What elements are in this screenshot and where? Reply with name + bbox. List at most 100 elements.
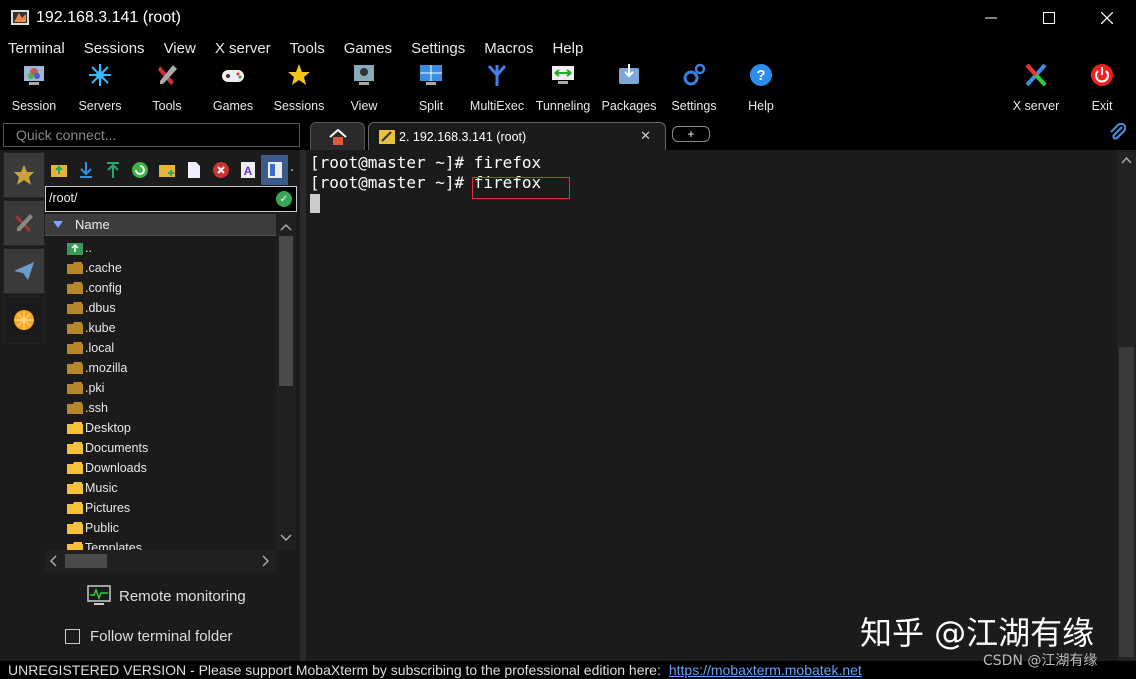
svg-text:?: ? [756, 67, 765, 84]
menu-x-server[interactable]: X server [215, 40, 282, 57]
column-header-name[interactable]: Name [45, 214, 276, 236]
file-list-item[interactable]: Downloads [45, 458, 276, 478]
folder-icon [67, 422, 83, 434]
refresh-button[interactable] [126, 158, 153, 182]
file-name: .mozilla [85, 361, 128, 375]
delete-button[interactable] [207, 158, 234, 182]
games-icon [222, 70, 244, 82]
new-file-icon [187, 162, 200, 178]
title-bar: 192.168.3.141 (root) [0, 0, 1136, 36]
sidetab-sftp[interactable] [3, 296, 45, 344]
maximize-button[interactable] [1020, 0, 1078, 36]
file-list-item[interactable]: Music [45, 478, 276, 498]
file-list-item[interactable]: .. [45, 238, 276, 258]
sidetab-sessions[interactable] [3, 152, 45, 198]
servers-icon [89, 64, 111, 86]
path-confirm-icon[interactable]: ✓ [276, 191, 292, 207]
session-button[interactable]: Session [1, 62, 67, 116]
menu-terminal[interactable]: Terminal [8, 40, 76, 57]
terminal-scrollbar[interactable] [1117, 150, 1136, 661]
file-name: .pki [85, 381, 105, 395]
view-button[interactable]: View [331, 62, 397, 116]
attachment-icon[interactable] [1108, 123, 1126, 141]
tab-session-2[interactable]: 2. 192.168.3.141 (root) ✕ [368, 122, 666, 150]
terminal-line: [root@master ~]# firefox [310, 173, 542, 192]
star-icon [288, 64, 310, 85]
menu-view[interactable]: View [164, 40, 207, 57]
file-name: .. [85, 241, 92, 255]
parent-folder-button[interactable] [45, 158, 72, 182]
file-list-item[interactable]: .pki [45, 378, 276, 398]
close-window-button[interactable] [1078, 0, 1136, 36]
file-list-item[interactable]: Templates [45, 538, 276, 550]
file-name: .ssh [85, 401, 108, 415]
folder-icon [67, 402, 83, 414]
quick-connect-input[interactable]: Quick connect... [3, 123, 300, 147]
scroll-thumb[interactable] [1119, 347, 1134, 657]
servers-button[interactable]: Servers [67, 62, 133, 116]
close-tab-icon[interactable]: ✕ [640, 128, 651, 144]
file-list-item[interactable]: .ssh [45, 398, 276, 418]
menu-help[interactable]: Help [552, 40, 594, 57]
menu-games[interactable]: Games [344, 40, 403, 57]
folder-icon [67, 502, 83, 514]
exit-button[interactable]: Exit [1069, 62, 1135, 116]
new-file-button[interactable] [180, 158, 207, 182]
settings-button[interactable]: Settings [661, 62, 727, 116]
minimize-button[interactable] [962, 0, 1020, 36]
file-list-hscroll[interactable] [45, 550, 276, 572]
path-input[interactable]: /root/ ✓ [45, 186, 297, 212]
file-list-vscroll[interactable] [276, 214, 296, 550]
side-tabs [0, 150, 45, 661]
file-list-item[interactable]: .cache [45, 258, 276, 278]
download-button[interactable] [72, 158, 99, 182]
file-list-item[interactable]: Public [45, 518, 276, 538]
multiexec-button[interactable]: MultiExec [464, 62, 530, 116]
toolbar-overflow-icon[interactable] [288, 158, 296, 182]
menu-settings[interactable]: Settings [411, 40, 476, 57]
file-list-item[interactable]: Pictures [45, 498, 276, 518]
upload-button[interactable] [99, 158, 126, 182]
file-list-item[interactable]: Documents [45, 438, 276, 458]
new-folder-icon [158, 165, 175, 177]
checkbox[interactable] [65, 628, 80, 644]
file-name: Desktop [85, 421, 131, 435]
terminal-view[interactable]: [root@master ~]# firefox [root@master ~]… [306, 150, 1117, 661]
new-tab-button[interactable]: + [672, 126, 710, 142]
rename-button[interactable]: A [234, 158, 261, 182]
games-button[interactable]: Games [200, 62, 266, 116]
file-list-item[interactable]: .mozilla [45, 358, 276, 378]
folder-icon [67, 282, 83, 294]
menu-sessions[interactable]: Sessions [84, 40, 156, 57]
new-folder-button[interactable] [153, 158, 180, 182]
terminal-cursor [310, 194, 320, 213]
home-tab[interactable] [310, 122, 365, 150]
remote-monitoring-button[interactable]: Remote monitoring [45, 572, 300, 620]
terminal-line: [root@master ~]# firefox [310, 153, 542, 172]
follow-terminal-folder-checkbox[interactable]: Follow terminal folder [45, 620, 300, 652]
x-server-button[interactable]: X server [1003, 62, 1069, 116]
file-list-item[interactable]: .kube [45, 318, 276, 338]
sessions-button[interactable]: Sessions [266, 62, 332, 116]
file-list-item[interactable]: .config [45, 278, 276, 298]
svg-text:A: A [243, 164, 252, 178]
file-list-item[interactable]: .local [45, 338, 276, 358]
file-list-item[interactable]: .dbus [45, 298, 276, 318]
menu-tools[interactable]: Tools [290, 40, 336, 57]
sidetab-tools[interactable] [3, 200, 45, 246]
window-title: 192.168.3.141 (root) [36, 9, 181, 26]
menu-macros[interactable]: Macros [484, 40, 544, 57]
file-list-item[interactable]: Desktop [45, 418, 276, 438]
tunneling-button[interactable]: Tunneling [530, 62, 596, 116]
folder-icon [67, 522, 83, 534]
sftp-browser: A /root/ ✓ Name .. .cache .config .dbus .kub… [45, 150, 300, 661]
help-button[interactable]: ? Help [728, 62, 794, 116]
split-button[interactable]: Split [398, 62, 464, 116]
file-name: Pictures [85, 501, 131, 515]
parent-dir-icon [67, 243, 83, 255]
sidetab-macros[interactable] [3, 248, 45, 294]
tools-button[interactable]: Tools [134, 62, 200, 116]
open-with-button[interactable] [261, 155, 288, 185]
status-link[interactable]: https://mobaxterm.mobatek.net [669, 662, 862, 678]
packages-button[interactable]: Packages [596, 62, 662, 116]
